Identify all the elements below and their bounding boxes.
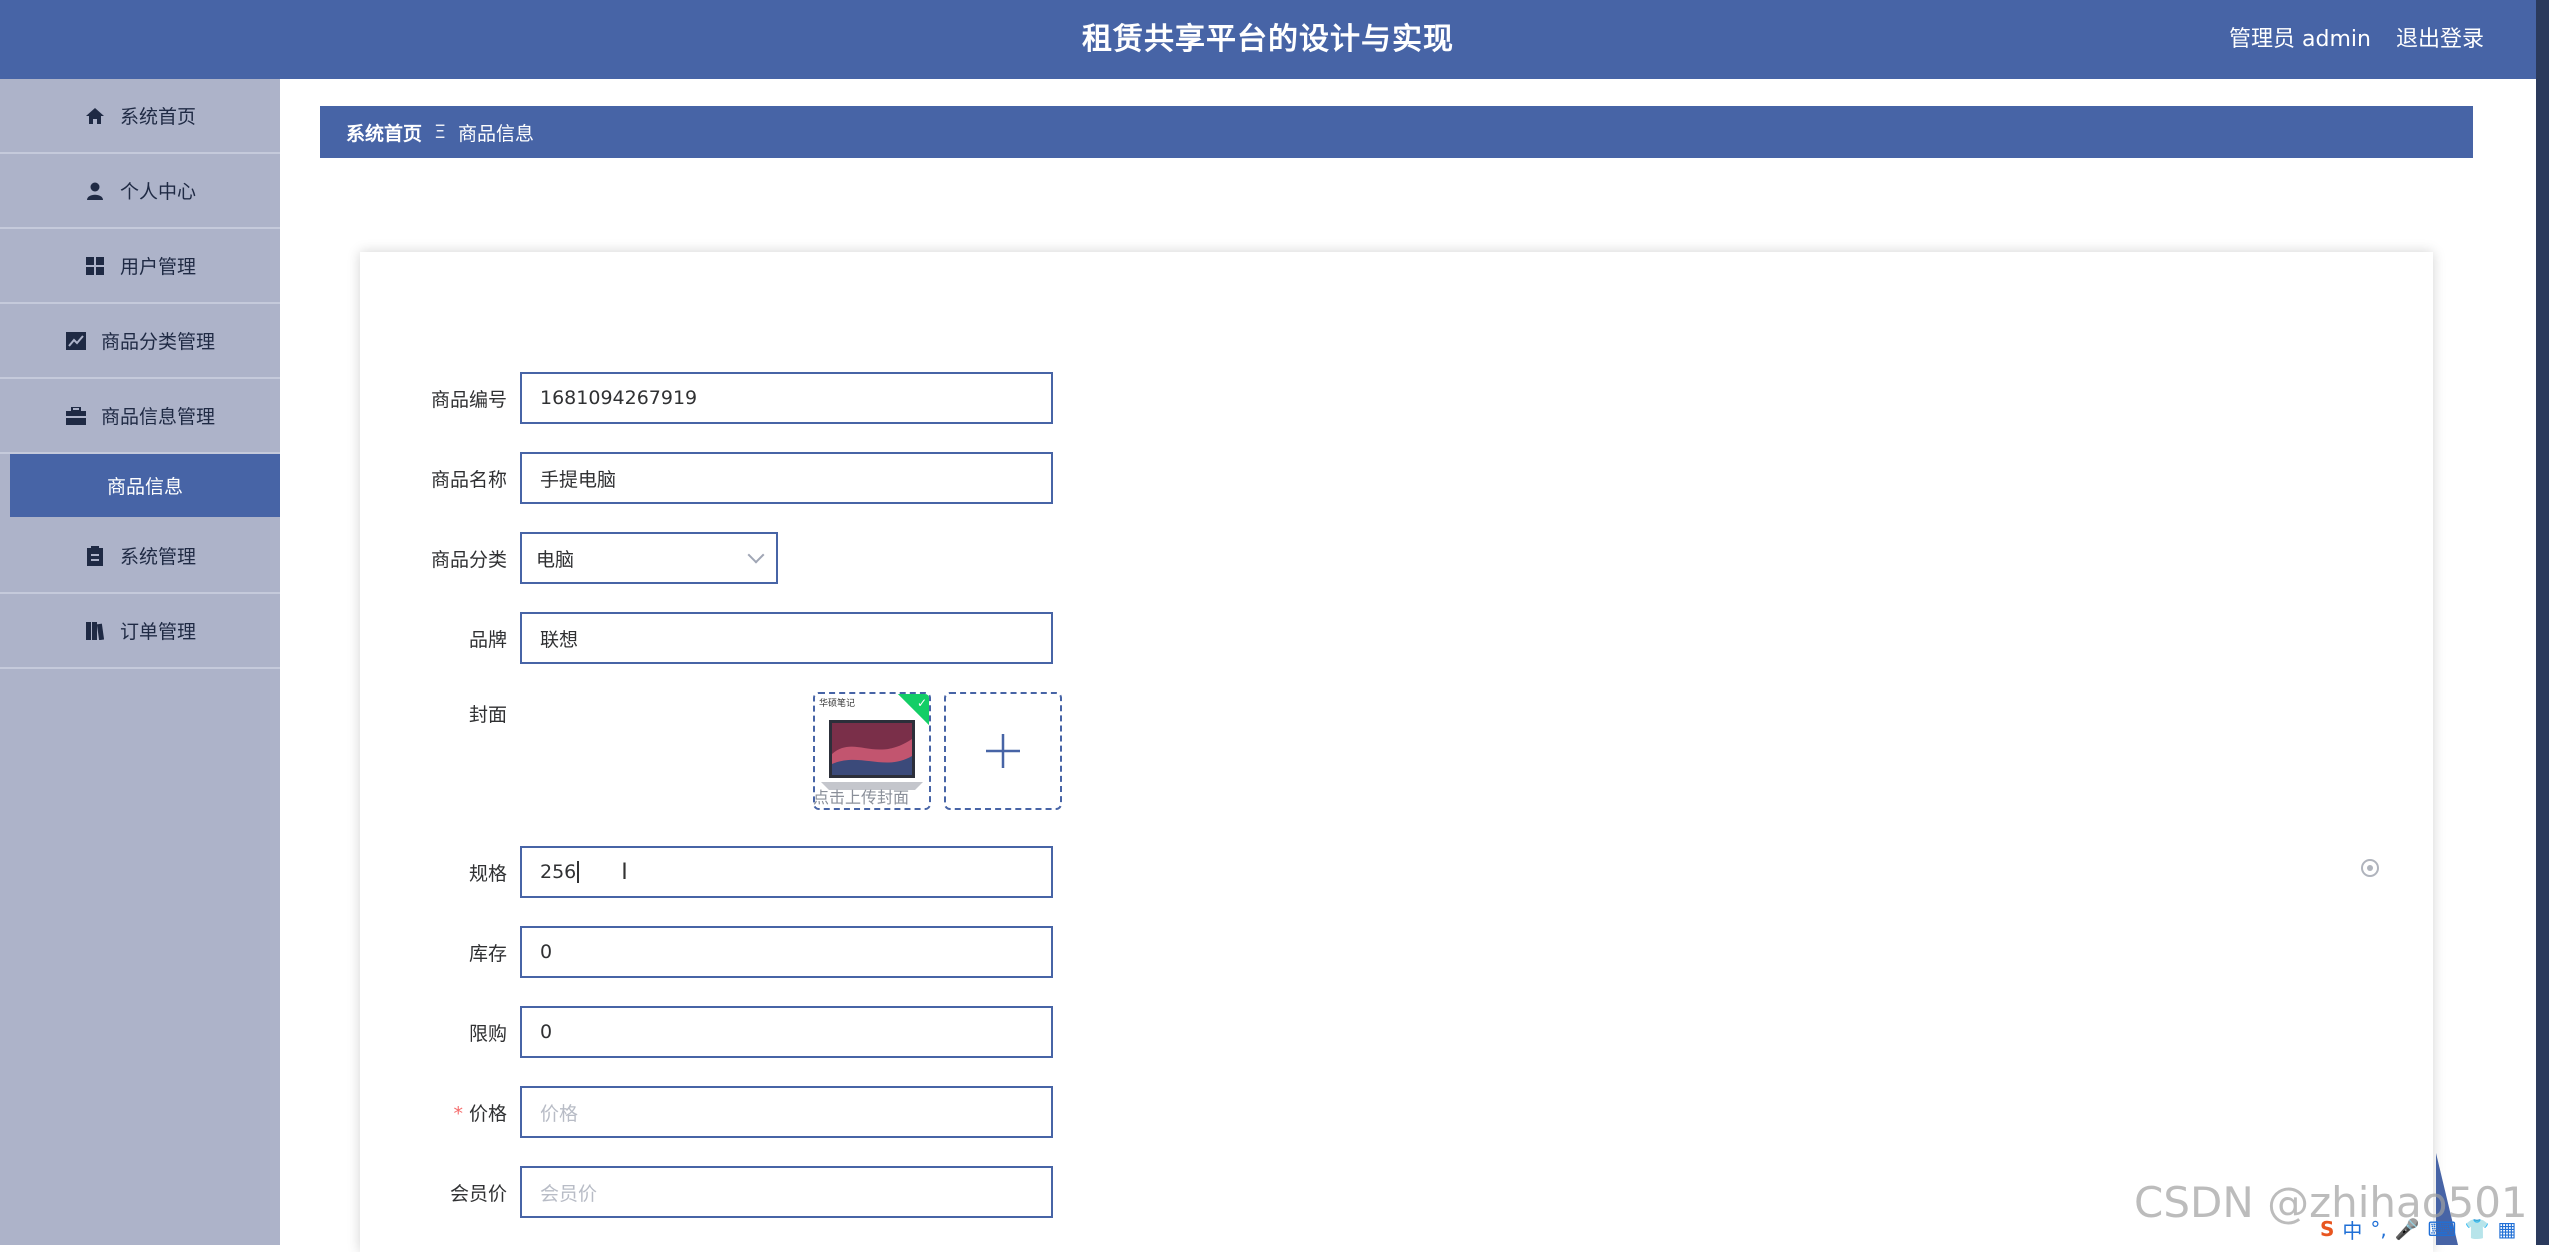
cover-label: 封面 <box>468 704 507 726</box>
form-row-spec: 规格 256 I <box>360 846 1053 898</box>
form-row-stock: 库存 0 <box>360 926 1053 978</box>
clear-circle-icon[interactable] <box>2361 859 2379 877</box>
ime-tray[interactable]: S 中 °, 🎤 ⌨ 👕 ▦ <box>2320 1214 2516 1244</box>
spec-value: 256 <box>540 861 577 883</box>
code-label: 商品编号 <box>430 388 507 411</box>
sidebar-item-home[interactable]: 系统首页 <box>0 79 280 154</box>
main-content: 系统首页 Ξ 商品信息 商品编号 1681094267919 商品名称 手提电脑… <box>280 79 2536 1252</box>
required-mark: * <box>453 1102 463 1125</box>
price-label: * 价格 <box>453 1102 507 1125</box>
name-label: 商品名称 <box>430 468 507 491</box>
app-title: 租赁共享平台的设计与实现 <box>1082 22 1454 57</box>
limit-input[interactable]: 0 <box>520 1006 1053 1058</box>
form-row-member-price: 会员价 会员价 <box>360 1166 1053 1218</box>
brand-label: 品牌 <box>468 628 507 651</box>
punctuation-icon: °, <box>2370 1217 2387 1241</box>
sidebar-item-label: 系统管理 <box>119 546 196 568</box>
sidebar-item-order-management[interactable]: 订单管理 <box>0 594 280 669</box>
microphone-icon: 🎤 <box>2394 1217 2420 1241</box>
thumbnail-caption: 华硕笔记 <box>819 699 856 709</box>
plus-icon <box>986 734 1020 768</box>
sidebar-item-user-management[interactable]: 用户管理 <box>0 229 280 304</box>
price-input[interactable]: 价格 <box>520 1086 1053 1138</box>
home-icon <box>84 105 106 127</box>
category-select[interactable]: 电脑 <box>520 532 778 584</box>
cover-upload-button[interactable] <box>944 692 1062 810</box>
top-header: 租赁共享平台的设计与实现 管理员 admin 退出登录 <box>0 0 2536 79</box>
breadcrumb-separator-icon: Ξ <box>434 121 447 143</box>
member-price-label: 会员价 <box>449 1182 507 1205</box>
spec-label: 规格 <box>468 862 507 885</box>
book-icon <box>84 620 106 642</box>
sidebar-item-label: 商品信息 <box>106 476 183 498</box>
stock-label: 库存 <box>468 942 507 965</box>
keyboard-icon: ⌨ <box>2427 1217 2457 1241</box>
check-icon: ✓ <box>916 696 927 710</box>
sidebar: 系统首页 个人中心 用户管理 商品分类管理 商品信息管理 商品信息 系统管理 订… <box>0 79 280 1245</box>
briefcase-icon <box>65 405 87 427</box>
chevron-down-icon <box>747 546 765 564</box>
text-caret <box>577 861 580 883</box>
user-icon <box>84 180 106 202</box>
admin-user-label: 管理员 admin <box>2229 27 2371 52</box>
chart-icon <box>65 330 87 352</box>
name-input[interactable]: 手提电脑 <box>520 452 1053 504</box>
sidebar-item-product-info-management[interactable]: 商品信息管理 <box>0 379 280 454</box>
grid-icon <box>84 255 106 277</box>
breadcrumb-current: 商品信息 <box>458 122 535 145</box>
breadcrumb: 系统首页 Ξ 商品信息 <box>320 106 2473 158</box>
sidebar-item-label: 订单管理 <box>119 621 196 643</box>
code-input[interactable]: 1681094267919 <box>520 372 1053 424</box>
apps-grid-icon: ▦ <box>2497 1217 2517 1241</box>
clipboard-icon <box>84 545 106 567</box>
category-label: 商品分类 <box>430 548 507 571</box>
sidebar-item-category-management[interactable]: 商品分类管理 <box>0 304 280 379</box>
text-cursor-icon: I <box>621 859 628 885</box>
spec-input[interactable]: 256 I <box>520 846 1053 898</box>
logout-link[interactable]: 退出登录 <box>2396 27 2484 52</box>
member-price-input[interactable]: 会员价 <box>520 1166 1053 1218</box>
sidebar-item-label: 用户管理 <box>119 256 196 278</box>
sidebar-item-personal-center[interactable]: 个人中心 <box>0 154 280 229</box>
limit-label: 限购 <box>468 1022 507 1045</box>
form-row-cover: 封面 <box>360 692 520 732</box>
form-row-brand: 品牌 联想 <box>360 612 1053 664</box>
sidebar-item-system-management[interactable]: 系统管理 <box>0 519 280 594</box>
breadcrumb-home-link[interactable]: 系统首页 <box>346 119 422 146</box>
sidebar-item-label: 个人中心 <box>119 181 196 203</box>
form-row-price: * 价格 价格 <box>360 1086 1053 1138</box>
category-selected-value: 电脑 <box>536 548 575 571</box>
header-user-area: 管理员 admin 退出登录 <box>2229 0 2484 79</box>
shirt-icon: 👕 <box>2464 1217 2490 1241</box>
form-row-code: 商品编号 1681094267919 <box>360 372 1053 424</box>
sidebar-item-product-info[interactable]: 商品信息 <box>10 454 280 517</box>
sidebar-item-label: 商品信息管理 <box>100 406 215 428</box>
sidebar-item-label: 系统首页 <box>119 106 196 128</box>
form-row-category: 商品分类 电脑 <box>360 532 778 584</box>
form-row-limit: 限购 0 <box>360 1006 1053 1058</box>
brand-input[interactable]: 联想 <box>520 612 1053 664</box>
sidebar-item-label: 商品分类管理 <box>100 331 215 353</box>
ime-mode-label: 中 <box>2342 1218 2363 1243</box>
stock-input[interactable]: 0 <box>520 926 1053 978</box>
window-right-edge <box>2536 0 2549 1245</box>
cover-upload-hint: 点击上传封面 <box>813 788 910 807</box>
form-row-name: 商品名称 手提电脑 <box>360 452 1053 504</box>
sogou-ime-icon: S <box>2320 1217 2335 1241</box>
